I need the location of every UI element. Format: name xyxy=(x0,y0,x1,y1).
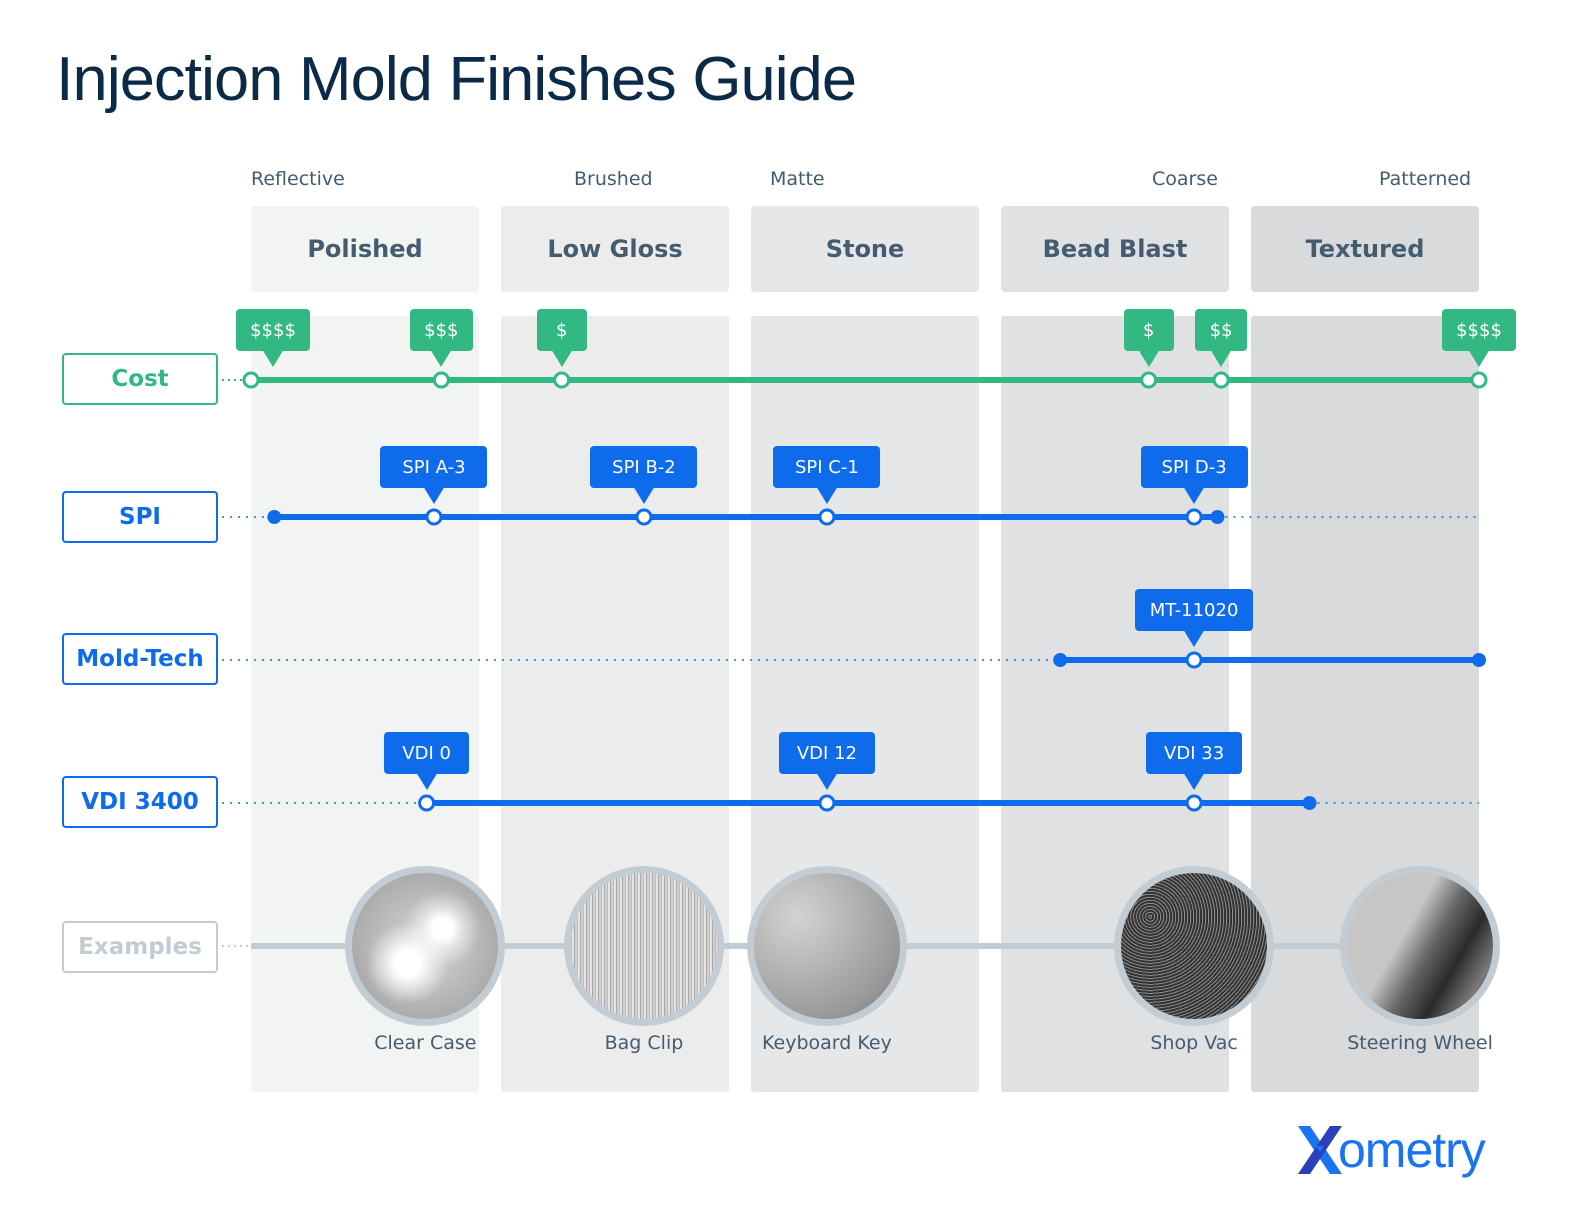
vdi-tag: VDI 12 xyxy=(778,732,875,790)
example-label: Clear Case xyxy=(374,1032,477,1054)
spi-tag: SPI C-1 xyxy=(773,446,881,504)
example-label: Shop Vac xyxy=(1150,1032,1238,1054)
vdi-marker xyxy=(818,794,836,812)
cost-tag: $$ xyxy=(1195,309,1248,367)
spi-tag: SPI D-3 xyxy=(1140,446,1248,504)
spi-range-start xyxy=(267,510,282,524)
vdi-tag: VDI 33 xyxy=(1146,732,1243,790)
xometry-x-icon xyxy=(1298,1126,1342,1174)
cost-tag: $$$$ xyxy=(1442,309,1516,367)
spi-marker xyxy=(425,508,443,526)
example-image-coarse xyxy=(1114,866,1275,1026)
example-label: Bag Clip xyxy=(604,1032,684,1054)
cost-marker xyxy=(1470,371,1488,389)
cost-tag: $$$ xyxy=(409,309,473,367)
row-label-cost: Cost xyxy=(62,353,218,405)
example-label: Keyboard Key xyxy=(762,1032,892,1054)
vdi-tag: VDI 0 xyxy=(384,732,470,790)
spi-marker xyxy=(635,508,653,526)
example-image-polished xyxy=(345,866,506,1026)
cost-marker xyxy=(1212,371,1230,389)
row-label-mold-tech: Mold-Tech xyxy=(62,633,218,685)
cost-tag: $ xyxy=(1123,309,1174,367)
cost-tag: $$$$ xyxy=(236,309,310,367)
vdi-marker xyxy=(1185,794,1203,812)
spi-tag: SPI B-2 xyxy=(590,446,698,504)
cost-marker xyxy=(242,371,260,389)
example-image-patterned xyxy=(1340,866,1501,1026)
cost-marker xyxy=(553,371,571,389)
cost-marker xyxy=(432,371,450,389)
example-image-matte xyxy=(746,866,907,1026)
vdi-range-end xyxy=(1302,796,1317,810)
spi-range-end xyxy=(1210,510,1225,524)
row-label-examples: Examples xyxy=(62,921,218,973)
row-label-vdi: VDI 3400 xyxy=(62,776,218,828)
cost-marker xyxy=(1140,371,1158,389)
logo-text: ometry xyxy=(1338,1122,1486,1178)
spi-marker xyxy=(1185,508,1203,526)
row-label-spi: SPI xyxy=(62,491,218,543)
example-label: Steering Wheel xyxy=(1347,1032,1493,1054)
example-image-brushed xyxy=(563,866,724,1026)
vdi-marker xyxy=(418,794,436,812)
moldtech-range-end xyxy=(1472,653,1486,667)
spi-tag: SPI A-3 xyxy=(380,446,488,504)
xometry-logo: ometry xyxy=(1296,1120,1486,1180)
spi-marker xyxy=(818,508,836,526)
moldtech-tag: MT-11020 xyxy=(1135,589,1254,647)
moldtech-range-start xyxy=(1053,653,1068,667)
moldtech-marker xyxy=(1185,651,1203,669)
cost-tag: $ xyxy=(536,309,587,367)
